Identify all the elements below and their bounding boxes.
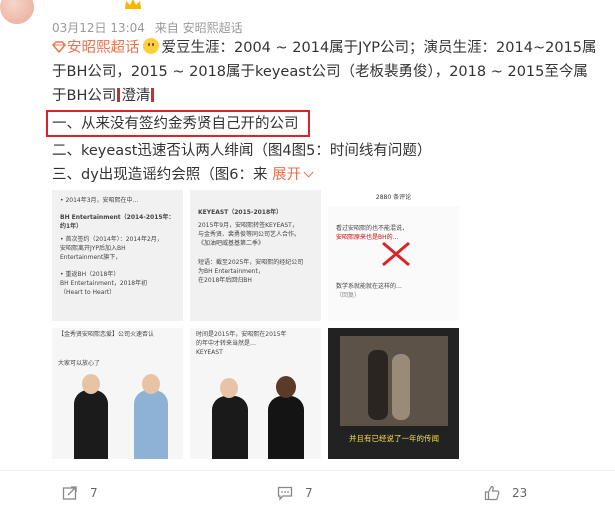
image-2-line: 在2018年后回归BH xyxy=(198,277,252,284)
comment-button[interactable]: 7 xyxy=(277,485,313,501)
image-3-line: 数学系就能就在这样的… xyxy=(336,283,403,290)
image-1-line: BH Entertainment（2014-2015年： xyxy=(60,214,175,221)
like-button[interactable]: 23 xyxy=(484,485,527,501)
paragraph-1-end: 澄清 xyxy=(121,88,151,104)
red-highlight-box xyxy=(46,110,310,137)
person-face xyxy=(220,378,238,398)
person-figure xyxy=(268,396,304,459)
red-bar-emoji-icon-2 xyxy=(151,88,155,102)
image-2-text: KEYEAST（2015-2018年） 2015年9月，安昭熙转签KEYEAST… xyxy=(198,208,314,285)
like-count: 23 xyxy=(512,486,528,500)
person-face xyxy=(142,374,160,394)
image-1-line: • 2014年3月，安昭熙在中... xyxy=(60,197,139,204)
image-1-line: • 重返BH（2018年） xyxy=(60,271,120,278)
action-bar: 7 7 23 xyxy=(0,470,615,507)
person-figure xyxy=(392,354,410,420)
image-2-line: 与金秀贤、裴勇俊等同公司艺人合作。 xyxy=(198,231,301,238)
image-4-line: 大家可以放心了 xyxy=(58,360,101,367)
line-3: 三、dy出现造谣约会照（图6：来 展开 xyxy=(52,163,600,187)
image-grid: • 2014年3月，安昭熙在中... BH Entertainment（2014… xyxy=(52,190,459,460)
expand-link[interactable]: 展开 xyxy=(272,167,314,183)
comment-icon xyxy=(277,486,293,501)
smile-emoji-icon xyxy=(142,38,159,54)
image-2[interactable]: KEYEAST（2015-2018年） 2015年9月，安昭熙转签KEYEAST… xyxy=(190,190,321,321)
line-3-text: 三、dy出现造谣约会照（图6：来 xyxy=(52,167,268,183)
image-1-line: BH Entertainment，2018年初 xyxy=(60,280,148,287)
image-1-text: • 2014年3月，安昭熙在中... BH Entertainment（2014… xyxy=(60,196,176,297)
image-3[interactable]: 2880 条评论 看过安昭熙的也不能混说， 安昭熙原来也是BH的… 数学系就能就… xyxy=(328,190,459,321)
image-2-line: KEYEAST（2015-2018年） xyxy=(198,209,283,216)
highlighted-line: 一、从来没有签约金秀贤自己开的公司 xyxy=(46,110,310,137)
line-1: 一、从来没有签约金秀贤自己开的公司 xyxy=(46,110,600,137)
post-header: 03月12日 13:04 来自 安昭熙超话 xyxy=(0,0,615,36)
share-icon xyxy=(62,486,77,500)
comment-count: 7 xyxy=(305,486,313,500)
red-bar-emoji-icon xyxy=(117,88,121,102)
person-face xyxy=(82,374,100,394)
image-1-line: 安昭熙离开JYP后加入BH xyxy=(60,245,126,252)
image-5-line: KEYEAST xyxy=(196,349,223,356)
image-4-text: 【金秀贤安昭熙恋爱】公司火速否认 大家可以放心了 xyxy=(58,330,178,368)
image-3-header: 2880 条评论 xyxy=(328,190,459,206)
image-2-line: 2015年9月，安昭熙转签KEYEAST， xyxy=(198,222,298,229)
image-2-line: 为BH Entertainment， xyxy=(198,268,264,275)
source-link[interactable]: 安昭熙超话 xyxy=(183,21,243,35)
expand-label: 展开 xyxy=(272,167,302,183)
source-prefix: 来自 xyxy=(154,21,179,35)
image-1-line: • 首次签约（2014年）：2014年2月， xyxy=(60,236,163,243)
person-figure xyxy=(134,390,168,459)
person-figure xyxy=(368,350,388,420)
image-1[interactable]: • 2014年3月，安昭熙在中... BH Entertainment（2014… xyxy=(52,190,183,321)
post-meta: 03月12日 13:04 来自 安昭熙超话 xyxy=(52,19,243,36)
image-4-line: 【金秀贤安昭熙恋爱】公司火速否认 xyxy=(58,331,155,338)
image-2-line: 短语：截至2025年，安昭熙的经纪公司 xyxy=(198,259,304,266)
supertopic-link[interactable]: 安昭熙超话 xyxy=(67,40,140,56)
person-figure xyxy=(212,396,248,459)
image-2-line: 《加油吧威基基第二季》 xyxy=(198,240,265,247)
image-5[interactable]: 时间是2015年，安昭熙在2015年 的年中才转来当然是… KEYEAST xyxy=(190,328,321,459)
avatar[interactable] xyxy=(0,0,34,24)
image-1-line: Entertainment旗下， xyxy=(60,254,122,261)
like-icon xyxy=(484,485,500,501)
image-6[interactable]: 并且有已经说了一年的传闻 xyxy=(328,328,459,459)
image-1-line: （Heart to Heart） xyxy=(60,289,116,296)
chevron-down-icon xyxy=(303,167,314,178)
share-count: 7 xyxy=(90,486,98,500)
diamond-icon xyxy=(52,41,66,53)
crown-icon xyxy=(125,0,141,9)
line-2: 二、keyeast迅速否认两人绯闻（图4图5：时间线有问题） xyxy=(52,139,600,163)
image-6-caption: 并且有已经说了一年的传闻 xyxy=(349,434,439,443)
person-figure xyxy=(74,390,108,459)
image-5-text: 时间是2015年，安昭熙在2015年 的年中才转来当然是… KEYEAST xyxy=(196,330,316,357)
image-5-line: 的年中才转来当然是… xyxy=(196,340,257,347)
post-date: 03月12日 13:04 xyxy=(52,21,145,35)
line-2-text: 二、keyeast迅速否认两人绯闻（图4图5：时间线有问题） xyxy=(52,143,432,159)
share-button[interactable]: 7 xyxy=(62,485,98,501)
image-5-line: 时间是2015年，安昭熙在2015年 xyxy=(196,331,287,338)
image-3-line: （回复） xyxy=(336,292,361,299)
image-1-line: 约1年） xyxy=(60,223,83,230)
image-3-line: 看过安昭熙的也不能混说， xyxy=(336,225,409,232)
person-hair xyxy=(276,376,296,398)
paragraph-1: 安昭熙超话 爱豆生涯：2004 ~ 2014属于JYP公司；演员生涯：2014~2… xyxy=(52,36,600,108)
post-text: 安昭熙超话 爱豆生涯：2004 ~ 2014属于JYP公司；演员生涯：2014~2… xyxy=(46,36,600,187)
image-4[interactable]: 【金秀贤安昭熙恋爱】公司火速否认 大家可以放心了 xyxy=(52,328,183,459)
red-cross-mark xyxy=(382,241,410,267)
